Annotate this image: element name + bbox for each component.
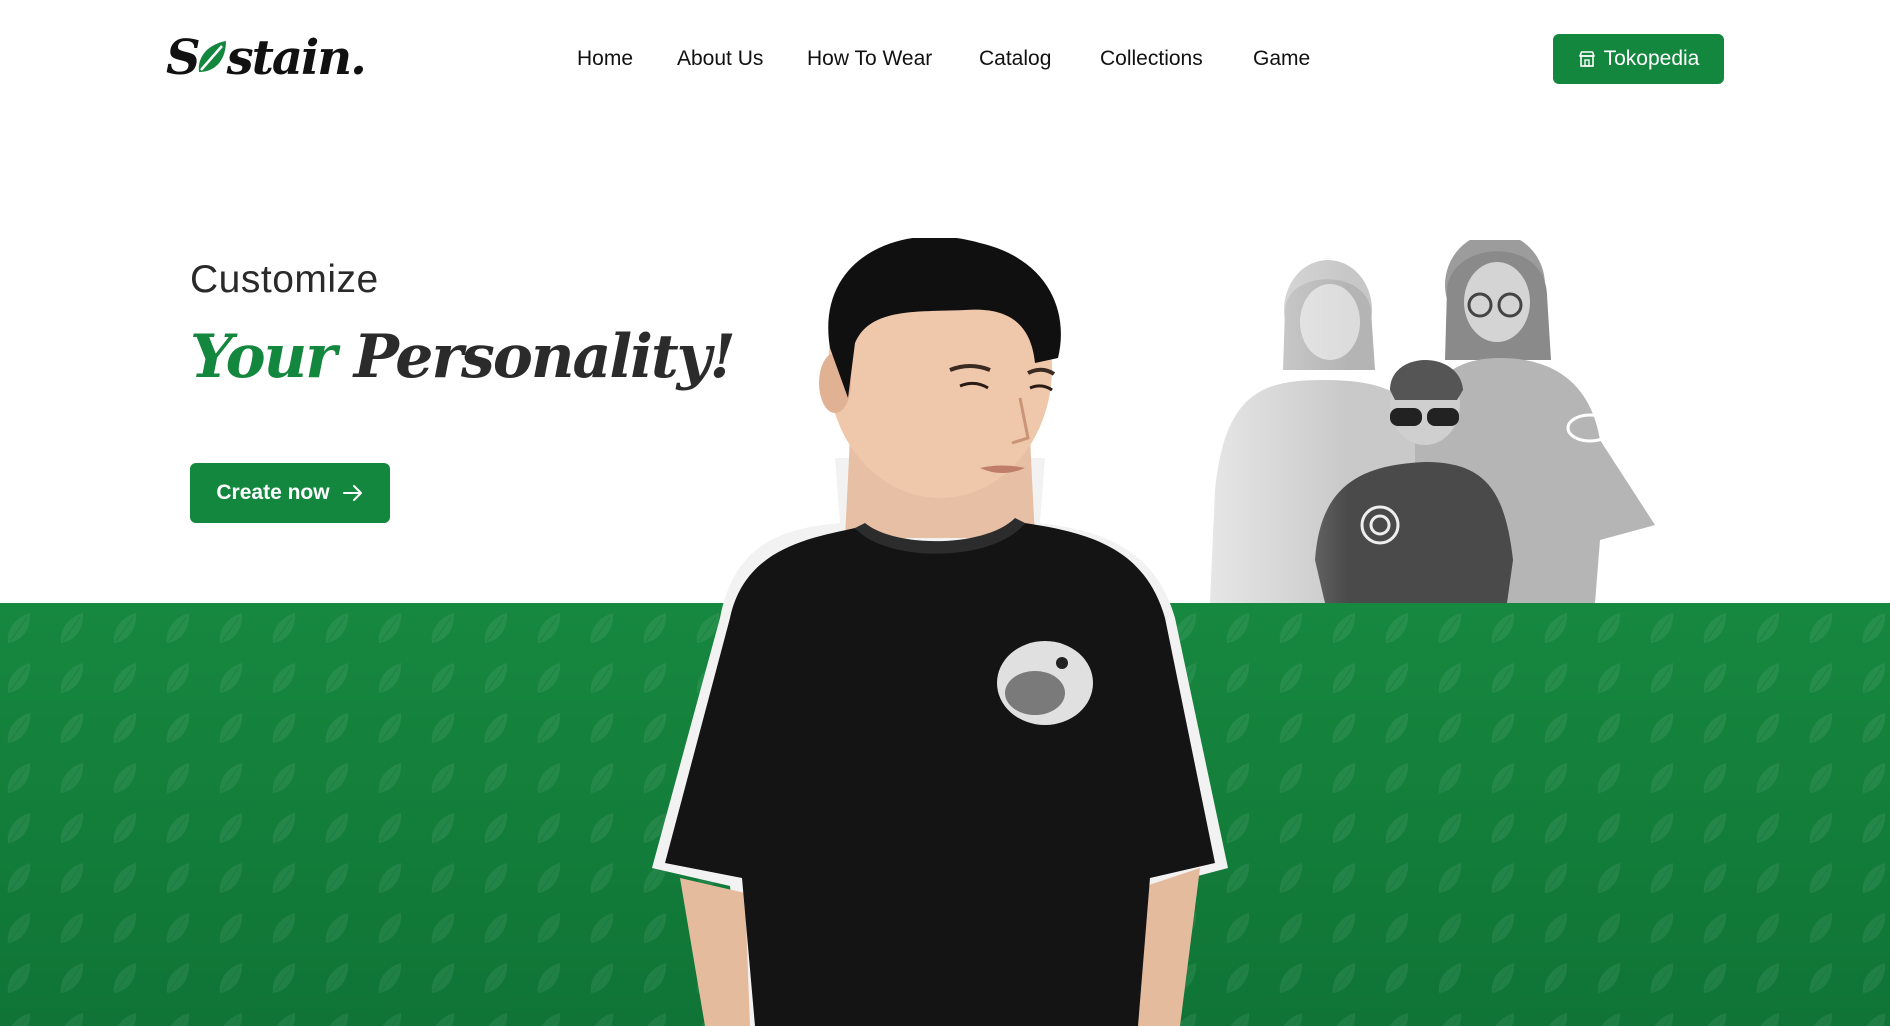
model-photo-image [650,238,1230,1026]
nav-home[interactable]: Home [577,44,633,74]
leaf-logo-icon [195,38,229,78]
create-now-button[interactable]: Create now [190,463,390,523]
logo-letters-stain: stain. [226,30,367,86]
nav-catalog[interactable]: Catalog [979,44,1051,74]
brand-logo[interactable]: S stain. [166,30,367,86]
hero-eyebrow: Customize [190,258,379,301]
create-now-label: Create now [216,481,330,504]
headline-accent: Your [190,322,337,392]
tokopedia-button[interactable]: Tokopedia [1553,34,1724,84]
shop-icon [1578,50,1596,68]
nav-game[interactable]: Game [1253,44,1310,74]
nav-about-us[interactable]: About Us [677,44,763,74]
nav-how-to-wear[interactable]: How To Wear [807,44,932,74]
arrow-right-icon [342,484,364,502]
tokopedia-label: Tokopedia [1603,47,1700,70]
site-header: S stain. Home About Us How To Wear Catal… [0,0,1890,118]
group-photo-image [1195,240,1705,603]
nav-collections[interactable]: Collections [1100,44,1203,74]
